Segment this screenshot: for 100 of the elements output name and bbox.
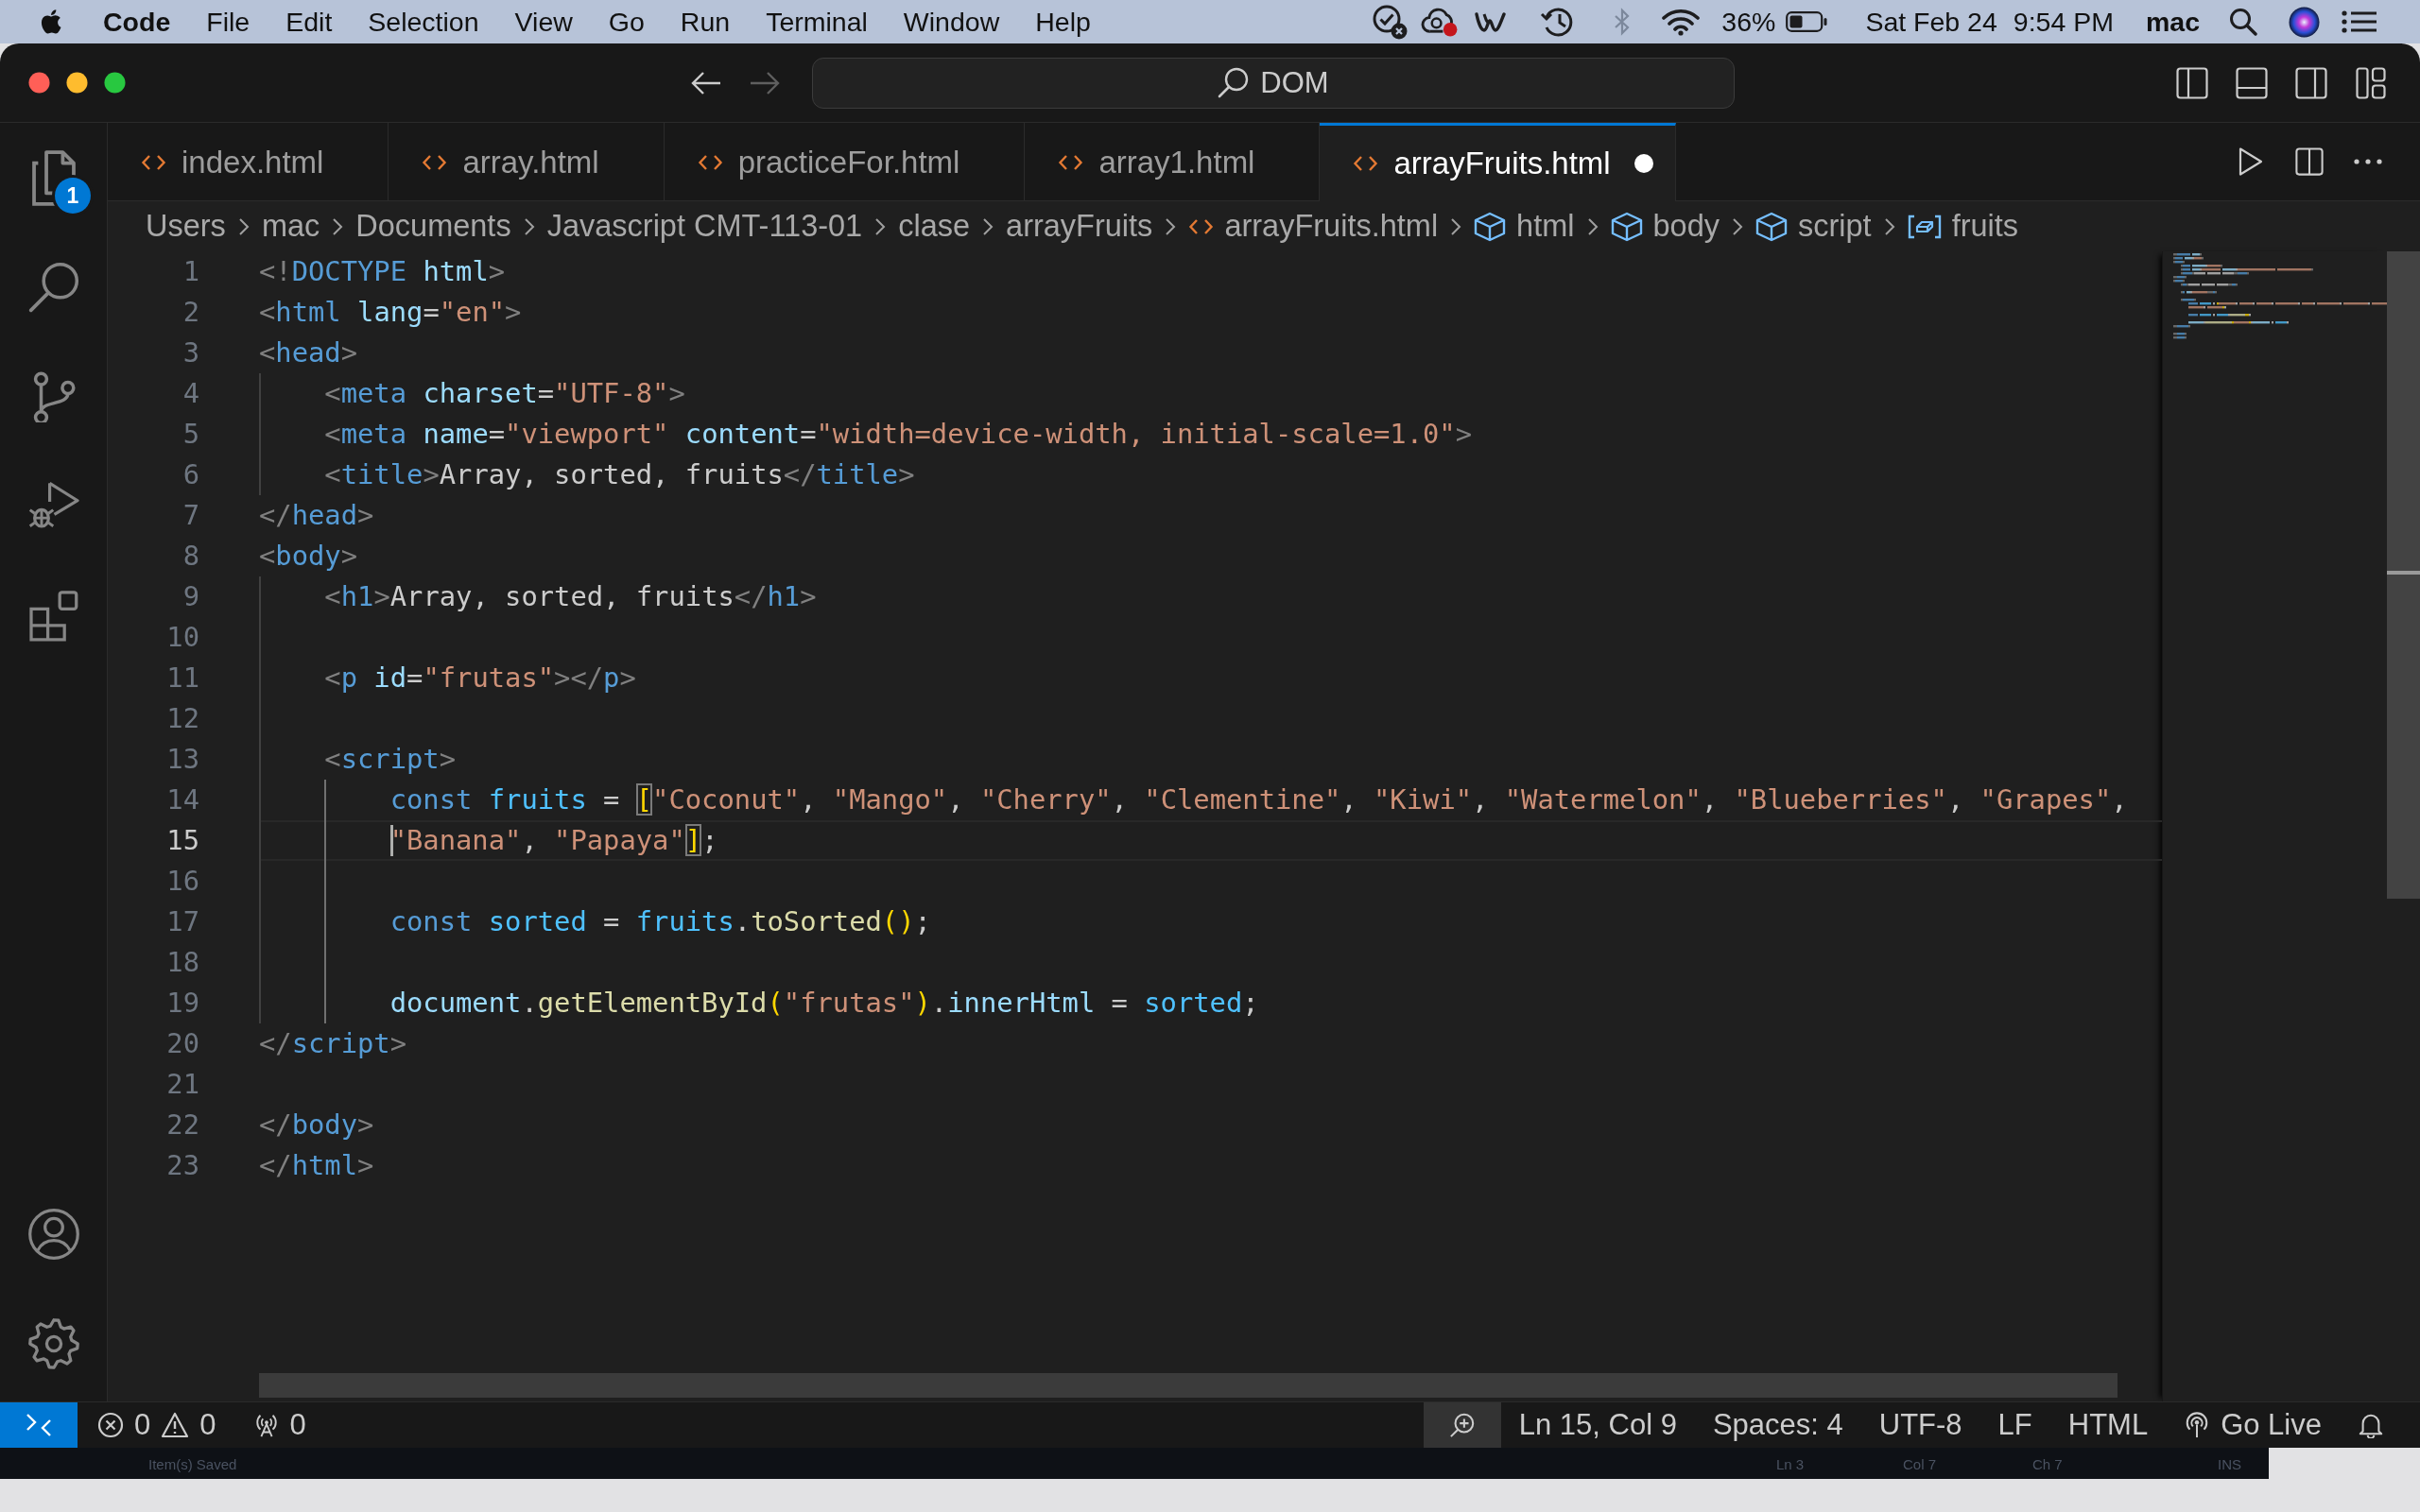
go-live-button[interactable]: Go Live <box>2166 1402 2340 1448</box>
chevron-right-icon <box>1732 216 1743 236</box>
menu-item[interactable]: Edit <box>285 6 333 38</box>
arrow-left-icon[interactable] <box>691 70 721 95</box>
menu-app-name[interactable]: Code <box>103 6 171 38</box>
unsaved-dot-icon[interactable] <box>1634 154 1653 173</box>
x-circle-icon <box>97 1412 124 1438</box>
status-bar-item[interactable]: UTF-8 <box>1860 1402 1980 1448</box>
line-number: 10 <box>166 621 199 653</box>
breadcrumb-item[interactable]: arrayFruits.html <box>1188 209 1439 244</box>
line-number: 5 <box>182 418 199 450</box>
line-number: 20 <box>166 1027 199 1059</box>
wifi-icon[interactable] <box>1661 8 1702 36</box>
breadcrumb-item[interactable]: clase <box>898 209 971 244</box>
breadcrumb-item[interactable]: Users <box>146 209 226 244</box>
line-number: 23 <box>166 1149 199 1181</box>
breadcrumb-item[interactable]: Javascript CMT-113-01 <box>546 209 863 244</box>
search-icon[interactable] <box>2229 8 2257 36</box>
menu-item[interactable]: View <box>514 6 573 38</box>
user-name[interactable]: mac <box>2145 6 2200 38</box>
layout-icon[interactable] <box>2355 66 2387 99</box>
menu-item[interactable]: Run <box>680 6 731 38</box>
horizontal-scrollbar[interactable] <box>259 1373 2118 1398</box>
line-number: 6 <box>182 458 199 490</box>
squares-icon[interactable] <box>27 591 79 642</box>
person-circle-icon[interactable] <box>27 1209 79 1260</box>
line-number: 9 <box>182 580 199 612</box>
line-number: 11 <box>166 662 199 694</box>
menu-item[interactable]: Window <box>903 6 1000 38</box>
line-number: 12 <box>166 702 199 734</box>
sidebar-right-icon[interactable] <box>2295 66 2327 99</box>
problems-button[interactable]: 0 0 <box>78 1402 234 1448</box>
window-minimize-icon[interactable] <box>66 72 88 94</box>
split-icon[interactable] <box>2295 146 2324 177</box>
list-icon[interactable] <box>2342 9 2377 34</box>
arrow-right-icon[interactable] <box>750 70 780 95</box>
ellipsis-icon[interactable] <box>2354 159 2382 164</box>
check-circle-icon[interactable] <box>1372 4 1409 40</box>
scrollbar-thumb[interactable] <box>2387 251 2420 899</box>
line-number: 16 <box>166 865 199 897</box>
code-line: </html> <box>259 1149 374 1181</box>
breadcrumb-item[interactable]: html <box>1474 209 1575 244</box>
breadcrumb-item[interactable]: fruits <box>1907 209 2019 244</box>
sidebar-left-icon[interactable] <box>2176 66 2208 99</box>
chevrons-icon <box>26 1412 52 1438</box>
menu-item[interactable]: Terminal <box>766 6 868 38</box>
menu-item[interactable]: Help <box>1035 6 1091 38</box>
squiggle-icon[interactable] <box>1475 10 1508 33</box>
line-number: 3 <box>182 336 199 369</box>
breadcrumb-item[interactable]: mac <box>261 209 320 244</box>
ports-button[interactable]: 0 <box>233 1402 324 1448</box>
status-bar-item[interactable]: LF <box>1979 1402 2050 1448</box>
warning-icon <box>161 1412 190 1438</box>
menu-item[interactable]: Selection <box>368 6 479 38</box>
status-text: Ch 7 <box>2032 1456 2063 1472</box>
code-line: document.getElementById("frutas").innerHtml = sorted; <box>389 987 1259 1019</box>
code-line: <!DOCTYPE html> <box>259 255 506 287</box>
chevron-right-icon <box>237 216 250 236</box>
status-bar-item[interactable]: HTML <box>2049 1402 2167 1448</box>
editor-tab[interactable]: arrayFruits.html <box>1320 123 1676 201</box>
status-text: Ln 3 <box>1776 1456 1805 1472</box>
menu-item[interactable]: Go <box>608 6 645 38</box>
chevron-right-icon <box>523 216 535 236</box>
remote-button[interactable] <box>0 1402 78 1448</box>
gear-icon[interactable] <box>27 1318 79 1369</box>
play-icon[interactable] <box>2237 146 2265 177</box>
zoom-button[interactable] <box>1423 1402 1501 1448</box>
breadcrumb-item[interactable]: script <box>1755 209 1872 244</box>
bell-icon <box>2358 1412 2384 1438</box>
panel-bottom-icon[interactable] <box>2236 66 2268 99</box>
orb-icon[interactable] <box>2289 6 2320 38</box>
chevron-right-icon <box>1450 216 1462 236</box>
battery-percent[interactable]: 36% <box>1721 6 1776 38</box>
breadcrumb-item[interactable]: arrayFruits <box>1006 209 1153 244</box>
status-bar-item[interactable]: Spaces: 4 <box>1694 1402 1861 1448</box>
breadcrumb-item[interactable]: body <box>1610 209 1720 244</box>
chevron-right-icon <box>982 216 994 236</box>
code-line: <script> <box>324 743 457 775</box>
menu-item[interactable]: File <box>206 6 251 38</box>
code-line: const fruits = ["Coconut", "Mango", "Cherry", "Clementine", "Kiwi", "Watermelon", "Blueberries", "Grapes", <box>389 783 2128 816</box>
command-center-field[interactable]: DOM <box>812 57 1735 109</box>
code-line: </script> <box>259 1027 407 1059</box>
code-line: <head> <box>259 336 358 369</box>
menu-bar-date[interactable]: Sat Feb 24 <box>1865 6 1997 38</box>
chevron-right-icon <box>1883 216 1895 236</box>
notification-badge: 1 <box>55 178 91 214</box>
line-number: 21 <box>166 1068 199 1100</box>
window-zoom-icon[interactable] <box>104 72 126 94</box>
battery-icon[interactable] <box>1786 11 1828 32</box>
code-line: <p id="frutas"></p> <box>324 662 636 694</box>
code-line: <title>Array, sorted, fruits</title> <box>324 458 915 490</box>
chevron-right-icon <box>332 216 344 236</box>
search-icon[interactable] <box>27 262 79 313</box>
line-number: 22 <box>166 1108 199 1141</box>
cloud-icon[interactable] <box>1421 7 1459 37</box>
breadcrumb-item[interactable]: Documents <box>355 209 511 244</box>
status-bar-item[interactable]: Ln 15, Col 9 <box>1500 1402 1695 1448</box>
window-close-icon[interactable] <box>28 72 50 94</box>
search-icon <box>1218 67 1250 98</box>
menu-bar-clock[interactable]: 9:54 PM <box>2013 6 2114 38</box>
